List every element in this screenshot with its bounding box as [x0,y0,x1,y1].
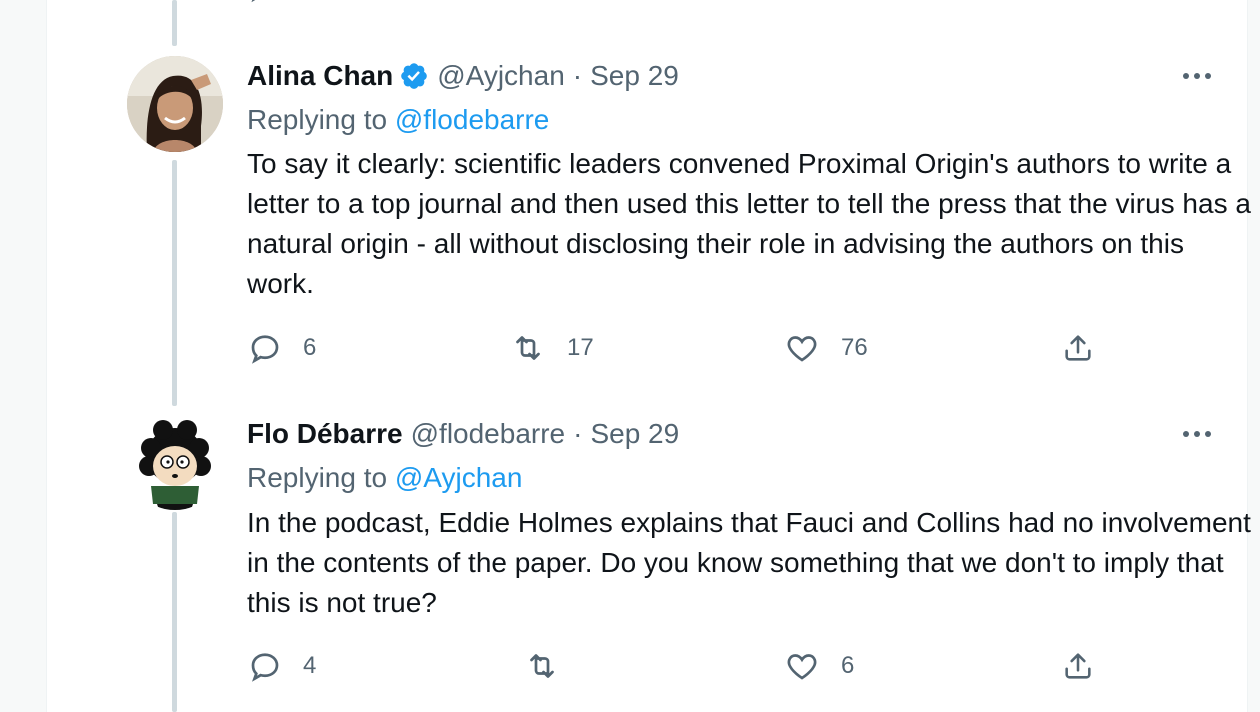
reply-icon [251,0,256,3]
heart-icon [787,654,817,680]
author-name[interactable]: Flo Débarre [247,416,403,452]
header-separator: · [572,60,583,91]
retweet-icon [530,654,554,678]
avatar-alina-chan[interactable] [127,56,223,152]
previous-like-button[interactable] [785,0,819,4]
thread-line-top [172,0,177,46]
profile-photo-icon [127,56,223,152]
replying-to-mention[interactable]: @Ayjchan [395,462,523,493]
share-icon [1065,653,1091,679]
reply-icon [251,335,279,364]
tweet-text: In the podcast, Eddie Holmes explains th… [247,507,1251,618]
reply-button[interactable]: 4 [247,648,316,684]
reply-count: 6 [303,334,317,361]
tweet-header: Alina Chan @Ayjchan · Sep 29 [247,58,679,94]
previous-share-button[interactable] [1061,0,1095,4]
author-name[interactable]: Alina Chan [247,58,393,94]
tweet-actions: 6 17 76 [247,330,1147,370]
more-horizontal-icon [1183,431,1211,437]
tweet-text: To say it clearly: scientific leaders co… [247,148,1251,299]
previous-reply-button[interactable] [247,0,281,4]
retweet-button[interactable]: 17 [509,330,594,366]
author-handle[interactable]: @Ayjchan [437,58,565,94]
replying-to: Replying to @Ayjchan [247,460,522,496]
like-button[interactable]: 76 [783,330,868,366]
replying-to-label: Replying to [247,462,388,493]
share-icon [1065,335,1091,361]
header-separator: · [573,418,583,449]
verified-badge-icon [401,63,428,89]
previous-retweet-button[interactable] [509,0,543,4]
like-button[interactable]: 6 [783,648,854,684]
previous-tweet-actions [247,0,1147,10]
more-options-button[interactable] [1179,58,1215,94]
reply-icon [251,653,279,682]
retweet-button[interactable] [523,648,581,684]
replying-to-label: Replying to [247,104,388,135]
retweet-count: 17 [567,334,594,361]
timeline-panel: Alina Chan @Ayjchan · Sep 29 Replying to… [46,0,1251,712]
share-icon [1061,0,1095,4]
more-horizontal-icon [1183,73,1211,79]
tweet-header: Flo Débarre @flodebarre · Sep 29 [247,416,679,452]
replying-to-mention[interactable]: @flodebarre [395,104,550,135]
tweet-date[interactable]: Sep 29 [590,416,679,452]
more-options-button[interactable] [1179,416,1215,452]
thread-line-bottom [172,512,177,712]
retweet-icon [516,336,540,360]
reply-count: 4 [303,652,317,679]
author-handle[interactable]: @flodebarre [411,416,566,452]
cartoon-avatar-icon [127,414,223,510]
retweet-icon [509,0,543,4]
heart-icon [787,336,817,362]
avatar-flo-debarre[interactable] [127,414,223,510]
reply-button[interactable]: 6 [247,330,316,366]
thread-line-middle [172,160,177,406]
tweet-date[interactable]: Sep 29 [590,58,679,94]
share-button[interactable] [1061,648,1095,684]
share-button[interactable] [1061,330,1095,366]
heart-icon [801,0,803,1]
tweet-actions: 4 6 [247,648,1147,688]
replying-to: Replying to @flodebarre [247,102,549,138]
like-count: 76 [841,334,868,361]
like-count: 6 [841,652,855,679]
